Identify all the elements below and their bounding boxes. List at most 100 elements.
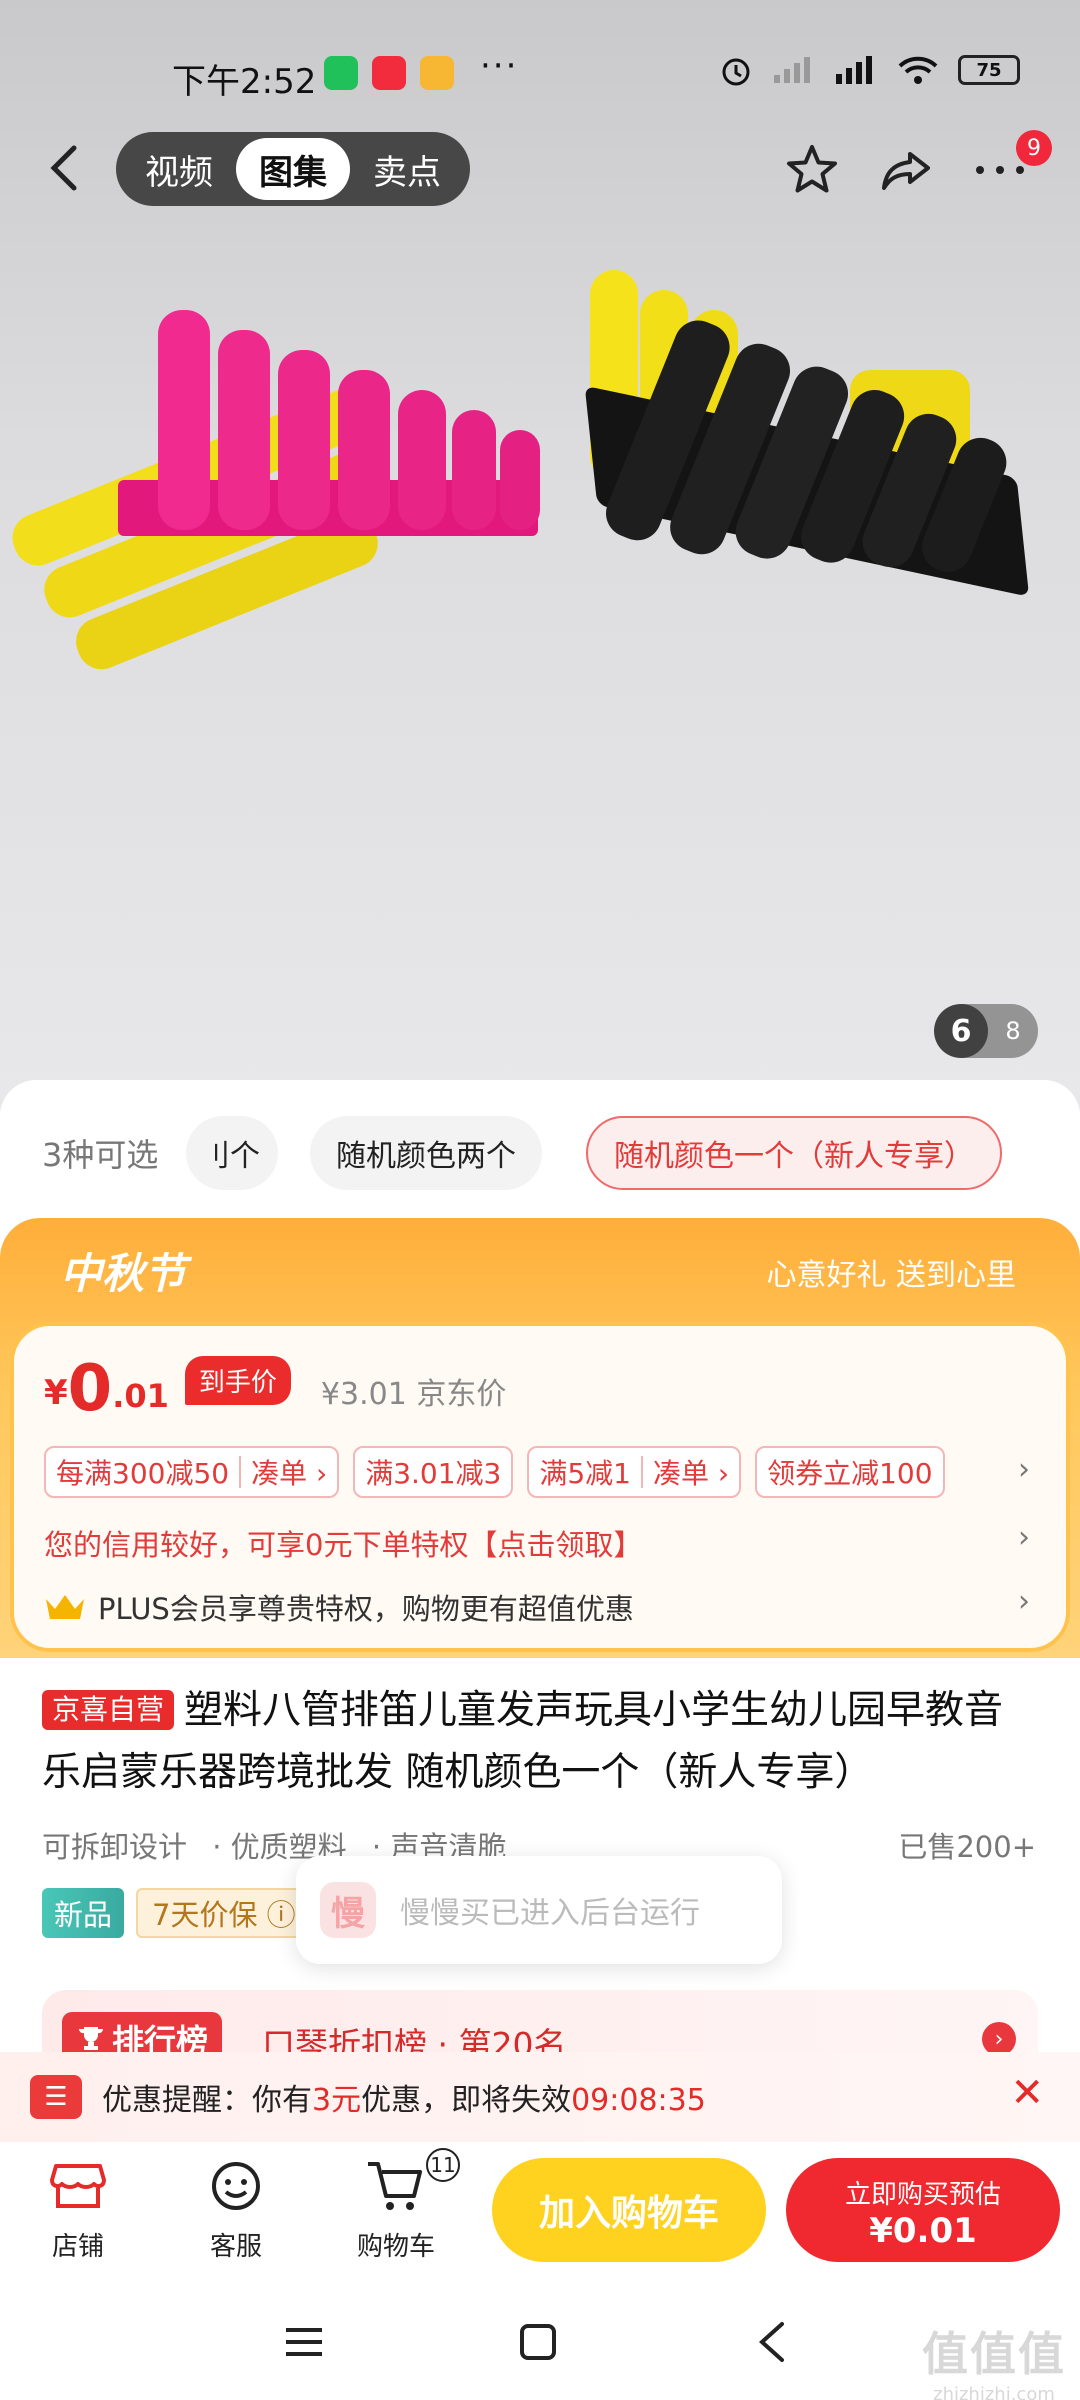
back-button[interactable]: [40, 140, 90, 196]
coupon-divider: [239, 1456, 242, 1488]
battery-indicator: 75: [958, 55, 1020, 85]
signal-icon: [774, 57, 810, 83]
customer-service-icon: [206, 2156, 266, 2216]
alarm-icon: [722, 58, 750, 86]
variant-selector: 3种可选 刂个 随机颜色两个 随机颜色一个（新人专享）: [0, 1116, 1080, 1192]
coupon-100[interactable]: 领券立减100: [755, 1446, 945, 1498]
discount-reminder-bar[interactable]: ☰ 优惠提醒：你有3元优惠，即将失效09:08:35 ✕: [0, 2052, 1080, 2142]
add-to-cart-button[interactable]: 加入购物车: [492, 2158, 766, 2262]
product-title: 京喜自营 塑料八管排笛儿童发声玩具小学生幼儿园早教音乐启蒙乐器跨境批发 随机颜色一…: [42, 1680, 1042, 1804]
pink-flute-image: [118, 290, 558, 550]
shop-button[interactable]: 店铺: [28, 2156, 128, 2263]
watermark-logo: 值值值: [922, 2327, 1066, 2381]
coupon-3-01[interactable]: 满3.01减3: [353, 1446, 514, 1498]
back-triangle-icon: [759, 2322, 784, 2362]
reminder-prefix: 优惠提醒：你有: [102, 2083, 312, 2118]
plus-text: PLUS会员享尊贵特权，购物更有超值优惠: [98, 1592, 634, 1626]
product-image-gallery[interactable]: 下午2:52 ··· 75 视频 图集 卖点 9 6 8: [0, 0, 1080, 1110]
buy-now-button[interactable]: 立即购买预估 ¥0.01: [786, 2158, 1060, 2262]
coupon-list: 每满300减50 凑单 › 满3.01减3 满5减1 凑单 › 领券立减100: [44, 1446, 945, 1498]
variant-chip-2[interactable]: 随机颜色两个: [310, 1116, 542, 1190]
buy-now-label: 立即购买预估: [844, 2180, 1001, 2210]
new-product-tag: 新品: [42, 1888, 125, 1938]
jd-price: ¥3.01 京东价: [320, 1377, 507, 1412]
price-card: ¥ 0 .01 到手价 ¥3.01 京东价 每满300减50 凑单 › 满3.0…: [10, 1322, 1070, 1652]
background-running-toast: 慢 慢慢买已进入后台运行: [296, 1856, 782, 1964]
product-title-text: 塑料八管排笛儿童发声玩具小学生幼儿园早教音乐启蒙乐器跨境批发 随机颜色一个（新人…: [42, 1688, 1004, 1795]
product-detail-panel: 3种可选 刂个 随机颜色两个 随机颜色一个（新人专享） 中秋节 心意好礼 送到心…: [0, 1080, 1080, 2140]
festival-slogan: 心意好礼 送到心里: [766, 1258, 1016, 1293]
status-time: 下午2:52: [172, 62, 317, 102]
coupon-chevron-icon[interactable]: ›: [1018, 1452, 1030, 1487]
media-tab-switcher: 视频 图集 卖点: [116, 132, 470, 206]
favorite-button[interactable]: [780, 138, 844, 202]
hd-signal-icon: [836, 56, 872, 84]
final-price-tag: 到手价: [184, 1356, 291, 1405]
share-button[interactable]: [874, 138, 938, 202]
service-label: 客服: [209, 2232, 262, 2262]
shop-label: 店铺: [51, 2232, 104, 2262]
tab-video[interactable]: 视频: [122, 138, 236, 200]
system-navigation-bar: [0, 2282, 1080, 2400]
coupon-label: 每满300减50: [56, 1457, 230, 1490]
menu-nav-button[interactable]: [274, 2312, 334, 2372]
price-currency: ¥: [44, 1373, 68, 1413]
image-total: 8: [1005, 1017, 1021, 1045]
xiaohongshu-icon: [372, 56, 406, 90]
image-counter: 6 8: [934, 1004, 1038, 1058]
more-dots-icon: [976, 166, 1024, 174]
wifi-icon: [898, 56, 938, 84]
cart-icon: 11: [366, 2148, 460, 2216]
buy-now-price: ¥0.01: [869, 2211, 977, 2251]
customer-service-button[interactable]: 客服: [186, 2156, 286, 2263]
close-icon[interactable]: ✕: [1010, 2070, 1044, 2116]
tab-gallery[interactable]: 图集: [236, 138, 350, 200]
trophy-icon: [78, 2027, 104, 2050]
coupon-300-50[interactable]: 每满300减50 凑单 ›: [44, 1446, 340, 1498]
self-operated-tag: 京喜自营: [42, 1690, 175, 1730]
sold-count: 已售200+: [898, 1830, 1036, 1864]
manmanmai-icon: 慢: [320, 1882, 376, 1938]
black-flute-image: [568, 277, 1071, 763]
price-decimal: .01: [112, 1377, 169, 1415]
message-badge: 9: [1016, 130, 1052, 166]
coupon-label: 满5减1: [539, 1457, 631, 1490]
chevron-left-icon: [50, 145, 77, 191]
cart-count-badge: 11: [426, 2148, 460, 2182]
site-watermark: 值值值 zhizhizhi.com: [922, 2318, 1066, 2400]
cart-label: 购物车: [356, 2232, 435, 2262]
share-icon: [882, 152, 930, 190]
toast-text: 慢慢买已进入后台运行: [400, 1896, 700, 1931]
feature-item: 可拆卸设计: [42, 1830, 188, 1864]
plus-membership-row[interactable]: PLUS会员享尊贵特权，购物更有超值优惠: [44, 1586, 634, 1628]
reminder-countdown: 09:08:35: [571, 2083, 706, 2118]
cart-button[interactable]: 11 购物车: [346, 2148, 460, 2263]
status-bar: 下午2:52 ··· 75: [0, 40, 1080, 110]
reminder-amount: 3元: [312, 2083, 362, 2118]
home-square-icon: [520, 2324, 556, 2360]
price-protection-tag[interactable]: 7天价保 ⓘ: [136, 1888, 312, 1938]
tab-selling-points[interactable]: 卖点: [350, 138, 464, 200]
weibo-icon: [420, 56, 454, 90]
credit-privilege-link[interactable]: 您的信用较好，可享0元下单特权【点击领取】: [44, 1522, 642, 1564]
image-current: 6: [934, 1004, 988, 1058]
back-nav-button[interactable]: [742, 2312, 802, 2372]
variant-chip-1[interactable]: 刂个: [186, 1116, 278, 1190]
plus-chevron-icon[interactable]: ›: [1018, 1584, 1030, 1619]
shop-icon: [48, 2156, 108, 2216]
reminder-text: 优惠提醒：你有3元优惠，即将失效09:08:35: [102, 2075, 706, 2119]
festival-promo-banner: 中秋节 心意好礼 送到心里 ¥ 0 .01 到手价 ¥3.01 京东价 每满30…: [0, 1218, 1080, 1658]
home-nav-button[interactable]: [508, 2312, 568, 2372]
price-integer: 0: [67, 1352, 113, 1426]
coupon-icon: ☰: [30, 2075, 82, 2119]
coupon-5-1[interactable]: 满5减1 凑单 ›: [527, 1446, 742, 1498]
reminder-suffix: 优惠，即将失效: [361, 2083, 572, 2118]
wechat-icon: [324, 56, 358, 90]
bottom-action-bar: 店铺 客服 11 购物车 加入购物车 立即购买预估 ¥0.01: [0, 2142, 1080, 2282]
credit-chevron-icon[interactable]: ›: [1018, 1520, 1030, 1555]
festival-title: 中秋节: [60, 1249, 187, 1298]
watermark-url: zhizhizhi.com: [933, 2384, 1055, 2400]
coupon-action: 凑单 ›: [653, 1457, 730, 1490]
coupon-divider: [641, 1456, 643, 1488]
variant-chip-3[interactable]: 随机颜色一个（新人专享）: [586, 1116, 1002, 1190]
